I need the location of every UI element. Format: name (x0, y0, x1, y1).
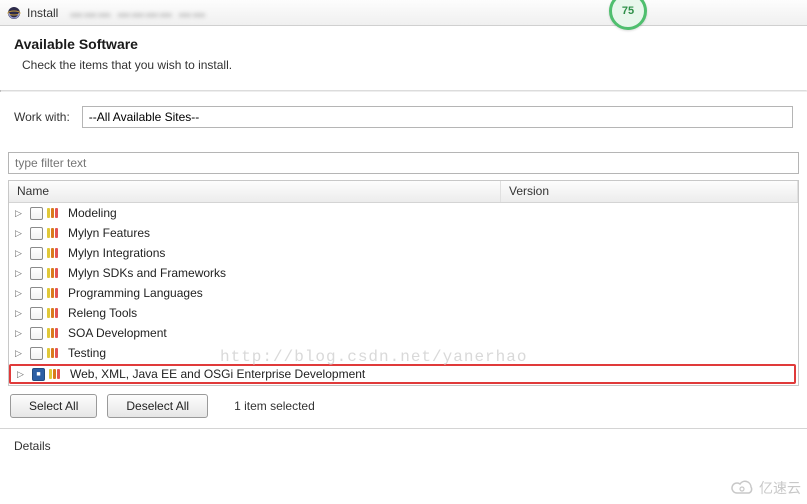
table-row[interactable]: SOA Development (9, 323, 798, 343)
table-row[interactable]: Releng Tools (9, 303, 798, 323)
table-row[interactable]: Mylyn Integrations (9, 243, 798, 263)
row-label: Mylyn Integrations (68, 246, 165, 260)
row-checkbox[interactable] (30, 307, 43, 320)
expand-icon[interactable] (15, 348, 26, 359)
table-body: Modeling Mylyn Features Mylyn Integrations… (9, 203, 798, 384)
feature-icon (47, 267, 63, 280)
row-label: Mylyn SDKs and Frameworks (68, 266, 226, 280)
row-label: Testing (68, 346, 106, 360)
table-header: Name Version (9, 181, 798, 203)
work-with-row: Work with: (0, 92, 807, 152)
software-table: Name Version Modeling Mylyn Features Mylyn… (8, 180, 799, 386)
feature-icon (49, 368, 65, 381)
row-label: Modeling (68, 206, 117, 220)
feature-icon (47, 287, 63, 300)
table-row[interactable]: Modeling (9, 203, 798, 223)
table-row[interactable]: Testing (9, 343, 798, 363)
row-checkbox[interactable] (30, 347, 43, 360)
deselect-all-button[interactable]: Deselect All (107, 394, 208, 418)
expand-icon[interactable] (17, 369, 28, 380)
feature-icon (47, 247, 63, 260)
progress-value: 75 (622, 5, 634, 17)
window-title: Install (27, 6, 58, 20)
feature-icon (47, 327, 63, 340)
feature-icon (47, 207, 63, 220)
row-checkbox[interactable] (30, 207, 43, 220)
expand-icon[interactable] (15, 328, 26, 339)
row-checkbox[interactable] (30, 267, 43, 280)
expand-icon[interactable] (15, 288, 26, 299)
feature-icon (47, 307, 63, 320)
buttons-row: Select All Deselect All 1 item selected (10, 394, 797, 418)
expand-icon[interactable] (15, 228, 26, 239)
expand-icon[interactable] (15, 208, 26, 219)
titlebar-context-blur: ▬▬▬ ▬▬▬▬ ▬▬ (70, 6, 207, 20)
table-row[interactable]: Mylyn SDKs and Frameworks (9, 263, 798, 283)
work-with-input[interactable] (82, 106, 793, 128)
row-checkbox[interactable] (30, 227, 43, 240)
column-name[interactable]: Name (9, 181, 501, 202)
table-row[interactable]: Mylyn Features (9, 223, 798, 243)
row-checkbox[interactable] (30, 327, 43, 340)
column-version[interactable]: Version (501, 181, 798, 202)
wizard-header: Available Software Check the items that … (0, 26, 807, 90)
page-subtext: Check the items that you wish to install… (14, 58, 793, 72)
row-label: Mylyn Features (68, 226, 150, 240)
row-label: Programming Languages (68, 286, 203, 300)
brand-watermark-text: 亿速云 (759, 478, 801, 498)
row-checkbox[interactable] (30, 247, 43, 260)
row-label: SOA Development (68, 326, 167, 340)
expand-icon[interactable] (15, 248, 26, 259)
feature-icon (47, 227, 63, 240)
row-label: Web, XML, Java EE and OSGi Enterprise De… (70, 367, 365, 381)
table-row[interactable]: Programming Languages (9, 283, 798, 303)
table-row[interactable]: Web, XML, Java EE and OSGi Enterprise De… (9, 364, 796, 384)
details-section: Details (0, 428, 807, 463)
titlebar: Install ▬▬▬ ▬▬▬▬ ▬▬ (0, 0, 807, 26)
work-with-label: Work with: (14, 110, 70, 124)
row-label: Releng Tools (68, 306, 137, 320)
row-checkbox[interactable] (30, 287, 43, 300)
brand-watermark: 亿速云 (729, 478, 801, 498)
row-checkbox[interactable] (32, 368, 45, 381)
eclipse-icon (6, 5, 22, 21)
expand-icon[interactable] (15, 308, 26, 319)
feature-icon (47, 347, 63, 360)
filter-wrap (8, 152, 799, 174)
filter-input[interactable] (8, 152, 799, 174)
details-label: Details (14, 439, 51, 453)
expand-icon[interactable] (15, 268, 26, 279)
select-all-button[interactable]: Select All (10, 394, 97, 418)
selection-status: 1 item selected (234, 399, 315, 413)
page-title: Available Software (14, 36, 793, 52)
